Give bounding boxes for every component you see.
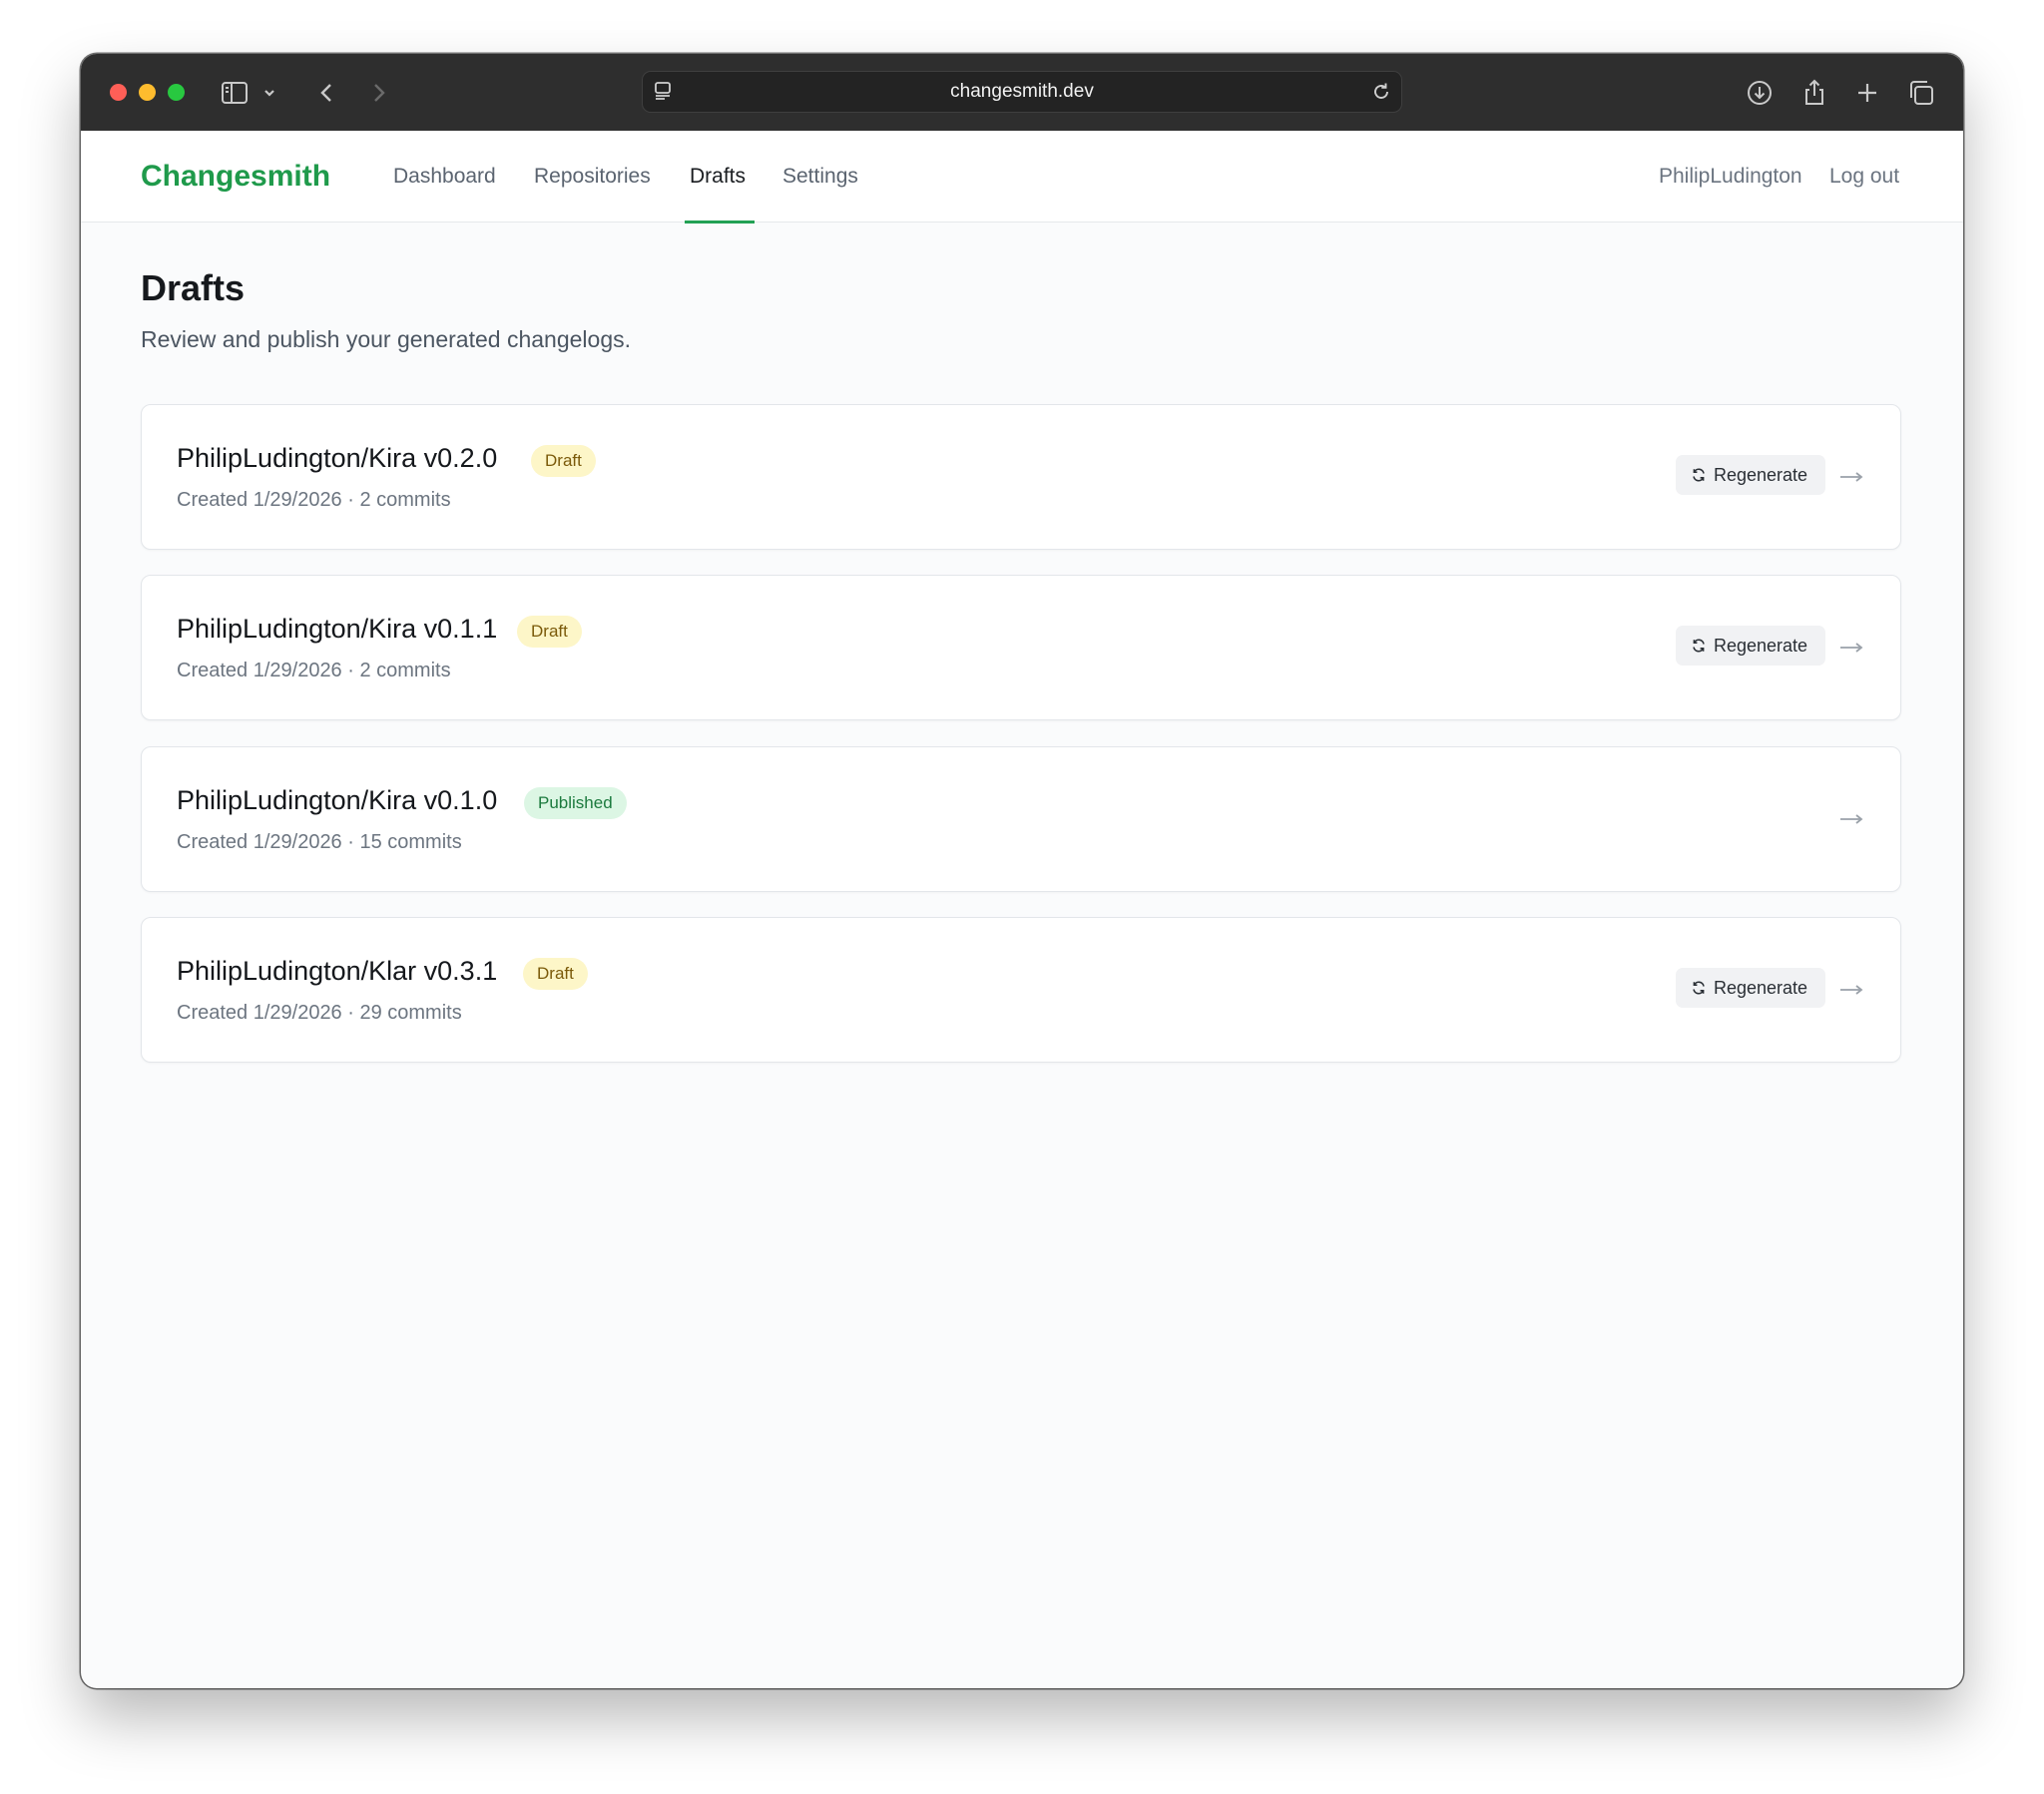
draft-title: PhilipLudington/Kira v0.2.0 [177, 443, 498, 473]
forward-arrow-icon[interactable] [363, 78, 393, 108]
arrow-right-icon[interactable] [1837, 634, 1865, 662]
nav-settings[interactable]: Settings [782, 131, 858, 223]
draft-meta: Created 1/29/2026 · 2 commits [177, 489, 451, 511]
regenerate-label: Regenerate [1714, 465, 1808, 485]
regenerate-button[interactable]: Regenerate [1676, 968, 1825, 1008]
page-title: Drafts [141, 267, 246, 308]
draft-title: PhilipLudington/Kira v0.1.0 [177, 785, 498, 815]
regenerate-button[interactable]: Regenerate [1676, 455, 1825, 495]
arrow-right-icon[interactable] [1837, 463, 1865, 491]
arrow-right-icon[interactable] [1837, 805, 1865, 833]
minimize-window-button[interactable] [139, 84, 156, 101]
draft-meta: Created 1/29/2026 · 29 commits [177, 1002, 462, 1024]
regenerate-button[interactable]: Regenerate [1676, 626, 1825, 666]
refresh-icon [1691, 467, 1707, 483]
page-subtitle: Review and publish your generated change… [141, 326, 631, 352]
draft-card[interactable]: PhilipLudington/Klar v0.3.1 Draft Create… [141, 917, 1901, 1063]
refresh-icon [1691, 980, 1707, 996]
nav-drafts[interactable]: Drafts [690, 131, 746, 223]
draft-meta: Created 1/29/2026 · 15 commits [177, 831, 462, 853]
chevron-down-icon[interactable] [260, 78, 278, 108]
sidebar-toggle-icon[interactable] [220, 78, 250, 108]
logout-link[interactable]: Log out [1829, 131, 1899, 223]
draft-title: PhilipLudington/Kira v0.1.1 [177, 614, 498, 644]
address-bar[interactable]: changesmith.dev [642, 71, 1402, 113]
draft-card[interactable]: PhilipLudington/Kira v0.1.0 Published Cr… [141, 746, 1901, 892]
app-header: Changesmith Dashboard Repositories Draft… [81, 131, 1963, 224]
draft-card[interactable]: PhilipLudington/Kira v0.2.0 Draft Create… [141, 404, 1901, 550]
tab-overview-icon[interactable] [1906, 78, 1936, 108]
browser-window: changesmith.dev Changesmith Dashboard Re… [81, 54, 1963, 1688]
status-badge: Draft [523, 958, 588, 990]
draft-meta: Created 1/29/2026 · 2 commits [177, 660, 451, 681]
nav-repositories[interactable]: Repositories [534, 131, 651, 223]
status-badge: Published [524, 787, 627, 819]
reload-icon[interactable] [1369, 80, 1393, 104]
brand-logo[interactable]: Changesmith [141, 131, 330, 223]
regenerate-label: Regenerate [1714, 636, 1808, 656]
new-tab-icon[interactable] [1852, 78, 1882, 108]
refresh-icon [1691, 638, 1707, 654]
download-icon[interactable] [1745, 78, 1775, 108]
draft-title: PhilipLudington/Klar v0.3.1 [177, 956, 498, 986]
arrow-right-icon[interactable] [1837, 976, 1865, 1004]
active-tab-indicator [685, 220, 755, 224]
draft-card[interactable]: PhilipLudington/Kira v0.1.1 Draft Create… [141, 575, 1901, 720]
zoom-window-button[interactable] [168, 84, 185, 101]
url-text[interactable]: changesmith.dev [643, 72, 1401, 111]
status-badge: Draft [517, 616, 582, 648]
regenerate-label: Regenerate [1714, 978, 1808, 998]
user-name[interactable]: PhilipLudington [1659, 131, 1802, 223]
nav-dashboard[interactable]: Dashboard [393, 131, 496, 223]
browser-toolbar: changesmith.dev [81, 54, 1963, 131]
status-badge: Draft [531, 445, 596, 477]
close-window-button[interactable] [110, 84, 127, 101]
back-arrow-icon[interactable] [312, 78, 342, 108]
share-icon[interactable] [1799, 78, 1829, 108]
